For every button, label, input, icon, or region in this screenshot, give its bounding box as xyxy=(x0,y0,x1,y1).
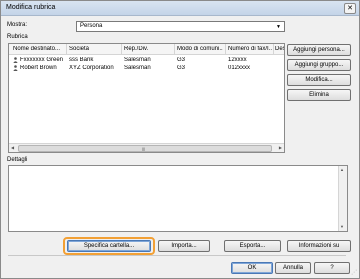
scroll-right-icon[interactable]: ▶ xyxy=(279,145,282,150)
rubrica-section-label: Rubrica xyxy=(7,34,28,40)
column-header-department[interactable]: Rep./Div. xyxy=(124,46,174,52)
details-label: Dettagli xyxy=(7,157,28,163)
chevron-down-icon: ▼ xyxy=(276,24,281,30)
person-icon xyxy=(13,57,18,63)
info-button[interactable]: Informazioni su xyxy=(287,240,351,252)
export-button[interactable]: Esporta... xyxy=(224,240,281,252)
cell-name: Fxxxxxxx Green xyxy=(20,57,64,63)
address-book-list[interactable]: Nome destinato... Società Rep./Div. Modo… xyxy=(8,43,285,153)
delete-button[interactable]: Elimina xyxy=(287,89,351,101)
close-button[interactable]: ✕ xyxy=(344,3,356,14)
modify-button[interactable]: Modifica... xyxy=(287,74,351,86)
person-icon xyxy=(13,65,18,71)
horizontal-scrollbar[interactable]: ◀ ||| ▶ xyxy=(9,143,284,152)
column-header-name[interactable]: Nome destinato... xyxy=(13,46,65,52)
table-row[interactable]: Robert Brown XYZ Corporation Salesman G3… xyxy=(9,64,284,72)
title-bar[interactable]: Modifica rubrica ✕ xyxy=(1,1,359,16)
cell-department: Salesman xyxy=(124,65,151,71)
details-panel: ▲ ▼ xyxy=(8,165,348,232)
cell-company: XYZ Corporation xyxy=(69,65,114,71)
cancel-button[interactable]: Annulla xyxy=(275,262,311,274)
grip-icon: ||| xyxy=(142,146,146,151)
vertical-scrollbar[interactable]: ▲ ▼ xyxy=(338,166,347,231)
resize-grip-icon[interactable]: ⋰ xyxy=(351,269,357,276)
column-divider[interactable] xyxy=(121,44,122,54)
cell-name: Robert Brown xyxy=(20,65,57,71)
cell-company: sss Bank xyxy=(69,57,94,63)
scroll-up-icon[interactable]: ▲ xyxy=(340,167,344,172)
separator xyxy=(8,255,346,256)
add-person-button[interactable]: Aggiungi persona... xyxy=(287,44,351,56)
cell-fax-number: 12xxxx xyxy=(228,57,247,63)
window-title: Modifica rubrica xyxy=(6,4,56,11)
scroll-left-icon[interactable]: ◀ xyxy=(11,145,14,150)
column-header-destination[interactable]: Desti xyxy=(275,46,284,52)
specify-folder-button[interactable]: Specifica cartella... xyxy=(67,240,151,252)
column-divider[interactable] xyxy=(225,44,226,54)
column-header-fax-number[interactable]: Numero di fax/I... xyxy=(228,46,272,52)
cell-fax-number: 012xxxx xyxy=(228,65,251,71)
column-divider[interactable] xyxy=(66,44,67,54)
ok-button[interactable]: OK xyxy=(231,262,273,274)
table-header: Nome destinato... Società Rep./Div. Modo… xyxy=(9,44,284,55)
column-header-comm-mode[interactable]: Modo di comuni... xyxy=(177,46,223,52)
scrollbar-thumb[interactable]: ||| xyxy=(18,145,272,152)
filter-select-value: Persona xyxy=(80,23,103,29)
column-divider[interactable] xyxy=(174,44,175,54)
table-row[interactable]: Fxxxxxxx Green sss Bank Salesman G3 12xx… xyxy=(9,56,284,64)
filter-label: Mostra: xyxy=(7,22,28,28)
filter-select[interactable]: Persona ▼ xyxy=(76,21,285,32)
add-group-button[interactable]: Aggiungi gruppo... xyxy=(287,59,351,71)
scroll-down-icon[interactable]: ▼ xyxy=(340,224,344,229)
column-divider[interactable] xyxy=(273,44,274,54)
help-button[interactable]: ? xyxy=(314,262,350,274)
column-header-company[interactable]: Società xyxy=(69,46,119,52)
import-button[interactable]: Importa... xyxy=(158,240,210,252)
cell-comm-mode: G3 xyxy=(177,65,186,71)
dialog-window: Modifica rubrica ✕ Mostra: Persona ▼ Rub… xyxy=(0,0,360,279)
cell-department: Salesman xyxy=(124,57,151,63)
cell-comm-mode: G3 xyxy=(177,57,186,63)
